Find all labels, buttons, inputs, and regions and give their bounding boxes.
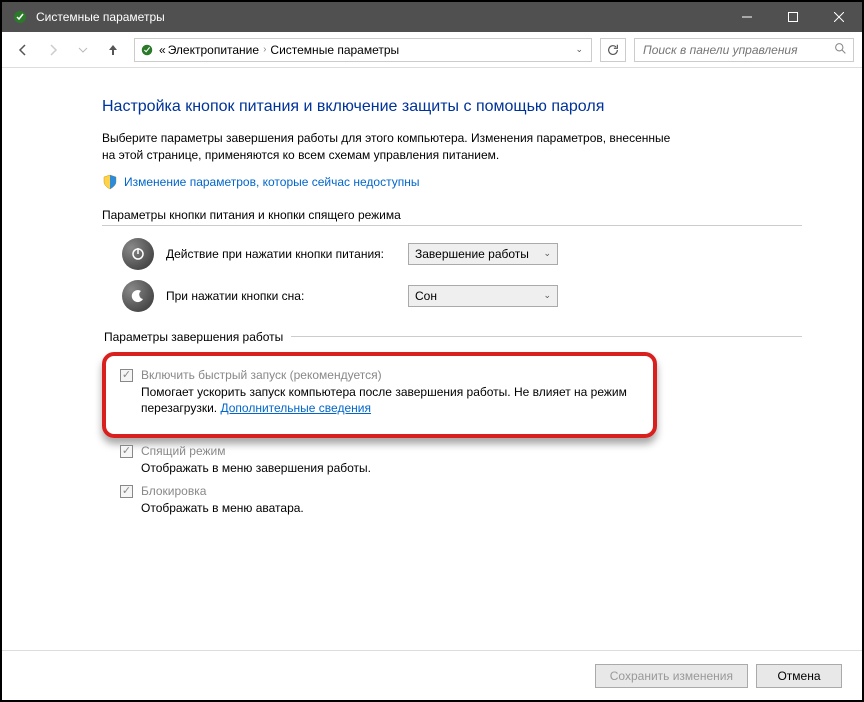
chevron-down-icon: ⌄	[543, 248, 551, 259]
address-bar[interactable]: « Электропитание › Системные параметры ⌄	[134, 38, 592, 62]
fast-startup-label: Включить быстрый запуск (рекомендуется)	[141, 368, 382, 382]
section-shutdown-heading: Параметры завершения работы	[102, 330, 291, 344]
address-app-icon	[139, 42, 155, 58]
minimize-button[interactable]	[724, 2, 770, 32]
power-button-action-label: Действие при нажатии кнопки питания:	[166, 247, 396, 261]
search-icon	[834, 42, 847, 58]
search-box[interactable]	[634, 38, 854, 62]
change-unavailable-settings-link[interactable]: Изменение параметров, которые сейчас нед…	[124, 175, 420, 189]
nav-toolbar: « Электропитание › Системные параметры ⌄	[2, 32, 862, 68]
breadcrumb: « Электропитание › Системные параметры	[159, 43, 571, 57]
page-title: Настройка кнопок питания и включение защ…	[102, 98, 802, 116]
back-button[interactable]	[10, 37, 36, 63]
forward-button[interactable]	[40, 37, 66, 63]
sleep-mode-checkbox[interactable]	[120, 445, 133, 458]
fast-startup-description: Помогает ускорить запуск компьютера посл…	[141, 384, 639, 416]
page-description: Выберите параметры завершения работы для…	[102, 130, 682, 164]
close-button[interactable]	[816, 2, 862, 32]
search-input[interactable]	[641, 42, 834, 58]
breadcrumb-prefix: «	[159, 43, 166, 57]
sleep-button-action-label: При нажатии кнопки сна:	[166, 289, 396, 303]
sleep-button-action-value: Сон	[415, 289, 437, 303]
lock-checkbox[interactable]	[120, 485, 133, 498]
footer: Сохранить изменения Отмена	[2, 650, 862, 700]
fast-startup-checkbox[interactable]	[120, 369, 133, 382]
section-buttons-heading: Параметры кнопки питания и кнопки спящег…	[102, 208, 802, 226]
sleep-mode-label: Спящий режим	[141, 444, 225, 458]
sleep-mode-description: Отображать в меню завершения работы.	[141, 460, 661, 476]
chevron-right-icon: ›	[261, 44, 268, 55]
cancel-button[interactable]: Отмена	[756, 664, 842, 688]
power-icon	[122, 238, 154, 270]
window-title: Системные параметры	[36, 10, 165, 24]
up-button[interactable]	[100, 37, 126, 63]
power-button-action-value: Завершение работы	[415, 247, 529, 261]
sleep-icon	[122, 280, 154, 312]
more-info-link[interactable]: Дополнительные сведения	[220, 401, 370, 415]
highlight-annotation: Включить быстрый запуск (рекомендуется) …	[102, 352, 657, 438]
content-area: Настройка кнопок питания и включение защ…	[2, 68, 862, 650]
power-button-action-dropdown[interactable]: Завершение работы ⌄	[408, 243, 558, 265]
breadcrumb-system-settings[interactable]: Системные параметры	[270, 43, 399, 57]
chevron-down-icon: ⌄	[543, 290, 551, 301]
recent-dropdown-icon[interactable]	[70, 37, 96, 63]
app-icon	[12, 9, 28, 25]
refresh-button[interactable]	[600, 38, 626, 62]
lock-label: Блокировка	[141, 484, 206, 498]
save-button[interactable]: Сохранить изменения	[595, 664, 748, 688]
sleep-button-action-dropdown[interactable]: Сон ⌄	[408, 285, 558, 307]
lock-description: Отображать в меню аватара.	[141, 500, 661, 516]
breadcrumb-power[interactable]: Электропитание	[168, 43, 259, 57]
maximize-button[interactable]	[770, 2, 816, 32]
shield-icon	[102, 174, 118, 190]
titlebar: Системные параметры	[2, 2, 862, 32]
address-dropdown-icon[interactable]: ⌄	[571, 44, 587, 55]
